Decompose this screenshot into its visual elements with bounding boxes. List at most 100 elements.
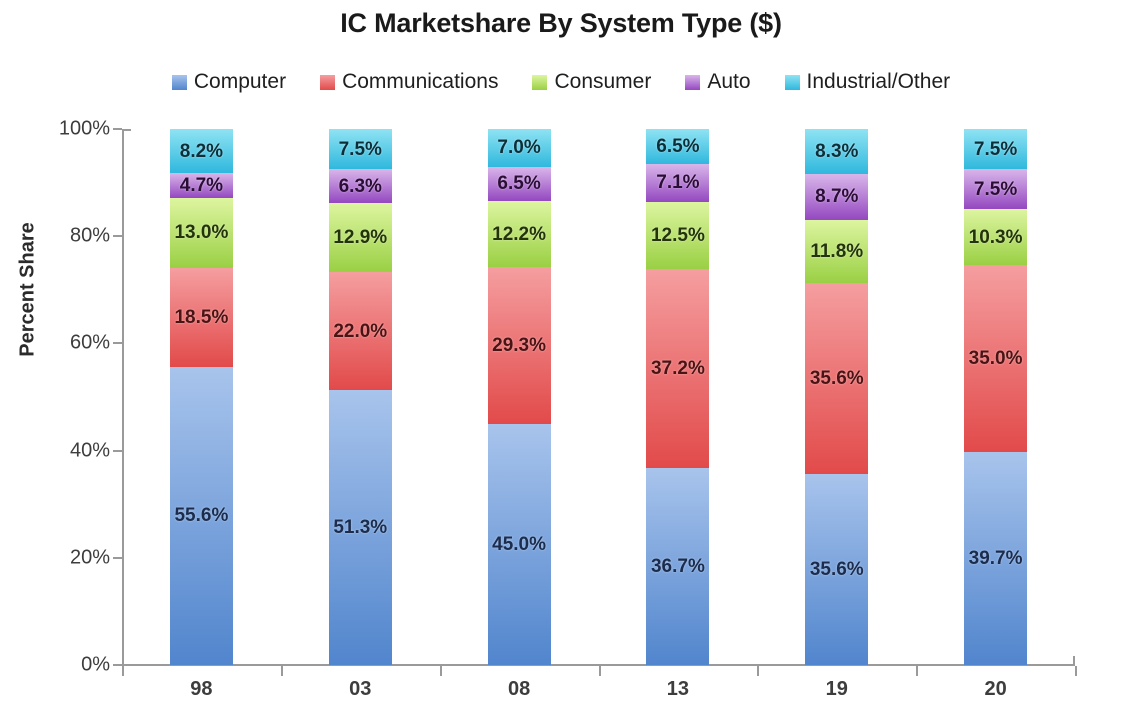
bar-segment-value-label: 45.0% <box>492 533 547 555</box>
y-tick-label: 0% <box>81 653 110 676</box>
bar-segment-computer[interactable]: 45.0% <box>487 423 551 665</box>
chart-legend: Computer Communications Consumer Auto Indust… <box>0 70 1122 94</box>
bar-segment-value-label: 12.5% <box>650 224 705 246</box>
y-tick-label: 80% <box>69 224 110 247</box>
bar-segment-value-label: 55.6% <box>174 505 229 527</box>
x-tick-label: 98 <box>190 678 213 700</box>
bar-column-19[interactable]: 35.6% 35.6% 11.8% 8.7% 8.3% <box>805 129 869 665</box>
y-tick-label: 100% <box>58 117 110 140</box>
bar-segment-value-label: 22.0% <box>333 320 388 342</box>
bar-segment-value-label: 10.3% <box>968 226 1023 248</box>
bar-segment-value-label: 35.6% <box>809 559 864 581</box>
bar-segment-communications[interactable]: 29.3% <box>487 266 551 424</box>
y-tick-label: 60% <box>69 331 110 354</box>
bar-segment-consumer[interactable]: 13.0% <box>169 198 233 268</box>
legend-item-label: Auto <box>707 70 751 93</box>
bar-segment-industrial-other[interactable]: 6.5% <box>646 129 710 164</box>
bar-column-08[interactable]: 45.0% 29.3% 12.2% 6.5% 7.0% <box>487 129 551 665</box>
legend-swatch-icon <box>685 74 701 90</box>
bar-segment-value-label: 7.0% <box>497 137 541 159</box>
bar-segment-consumer[interactable]: 12.5% <box>646 201 710 269</box>
plot-area: 55.6% 18.5% 13.0% 4.7% 8.2% 51.3% 22.0% 12.9% 6.… <box>122 129 1075 665</box>
bar-segment-value-label: 36.7% <box>650 556 705 578</box>
x-tick-label: 19 <box>825 678 848 700</box>
bar-segment-value-label: 29.3% <box>492 334 547 356</box>
bar-segment-value-label: 6.5% <box>656 135 700 157</box>
bar-segment-value-label: 35.6% <box>809 368 864 390</box>
bar-segment-auto[interactable]: 4.7% <box>169 172 233 199</box>
bar-segment-industrial-other[interactable]: 7.0% <box>487 129 551 167</box>
legend-swatch-icon <box>784 74 800 90</box>
bar-segment-value-label: 6.5% <box>497 173 541 195</box>
x-tick-mark <box>757 666 759 676</box>
bar-segment-value-label: 37.2% <box>650 358 705 380</box>
legend-swatch-icon <box>171 74 187 90</box>
legend-item-label: Consumer <box>554 70 652 93</box>
legend-item-label: Industrial/Other <box>806 70 951 93</box>
bar-segment-auto[interactable]: 8.7% <box>805 173 869 221</box>
bar-segment-computer[interactable]: 36.7% <box>646 468 710 665</box>
legend-item-label: Computer <box>193 70 287 93</box>
bar-segment-communications[interactable]: 37.2% <box>646 268 710 469</box>
legend-item-consumer[interactable]: Consumer <box>532 70 651 94</box>
bar-segment-consumer[interactable]: 11.8% <box>805 220 869 284</box>
legend-item-auto[interactable]: Auto <box>685 70 751 94</box>
bar-column-20[interactable]: 39.7% 35.0% 10.3% 7.5% 7.5% <box>964 129 1028 665</box>
x-tick-mark <box>1075 666 1077 676</box>
bar-segment-auto[interactable]: 6.3% <box>328 169 392 203</box>
bar-segment-value-label: 18.5% <box>174 306 229 328</box>
bar-segment-computer[interactable]: 55.6% <box>169 366 233 665</box>
bar-segment-communications[interactable]: 35.0% <box>964 264 1028 453</box>
bar-segment-value-label: 8.7% <box>815 186 859 208</box>
bar-segment-value-label: 13.0% <box>174 222 229 244</box>
bar-segment-auto[interactable]: 7.5% <box>964 169 1028 210</box>
bar-column-03[interactable]: 51.3% 22.0% 12.9% 6.3% 7.5% <box>328 129 392 665</box>
bar-segment-industrial-other[interactable]: 8.3% <box>805 129 869 174</box>
bar-segment-consumer[interactable]: 12.2% <box>487 201 551 267</box>
bar-segment-value-label: 7.5% <box>973 178 1018 200</box>
y-tick-label: 20% <box>69 546 110 569</box>
bar-segment-industrial-other[interactable]: 8.2% <box>169 129 233 173</box>
bar-segment-value-label: 12.9% <box>333 227 388 249</box>
bar-segment-consumer[interactable]: 10.3% <box>964 209 1028 265</box>
x-tick-mark <box>599 666 601 676</box>
bar-segment-value-label: 8.3% <box>815 140 859 162</box>
bar-segment-value-label: 39.7% <box>968 548 1023 570</box>
bar-segment-industrial-other[interactable]: 7.5% <box>328 129 392 170</box>
bar-segment-communications[interactable]: 18.5% <box>169 267 233 367</box>
chart-title: IC Marketshare By System Type ($) <box>340 8 782 38</box>
bar-segment-value-label: 51.3% <box>333 517 388 539</box>
x-tick-label: 08 <box>507 678 531 700</box>
bar-segment-computer[interactable]: 51.3% <box>328 390 392 665</box>
bar-segment-value-label: 7.5% <box>338 138 382 160</box>
bar-segment-value-label: 35.0% <box>968 347 1023 369</box>
bar-column-98[interactable]: 55.6% 18.5% 13.0% 4.7% 8.2% <box>169 129 233 665</box>
bar-segment-communications[interactable]: 22.0% <box>328 272 392 391</box>
x-tick-mark <box>916 666 918 676</box>
y-tick-mark <box>113 556 122 559</box>
x-tick-mark <box>122 666 124 676</box>
bar-segment-communications[interactable]: 35.6% <box>805 283 869 475</box>
bar-segment-industrial-other[interactable]: 7.5% <box>964 129 1028 170</box>
legend-item-communications[interactable]: Communications <box>320 70 498 94</box>
legend-swatch-icon <box>320 74 336 90</box>
bar-segment-auto[interactable]: 7.1% <box>646 163 710 202</box>
bar-segment-auto[interactable]: 6.5% <box>487 166 551 202</box>
y-tick-mark <box>113 235 122 238</box>
x-tick-mark <box>281 666 283 676</box>
legend-item-industrial-other[interactable]: Industrial/Other <box>784 70 951 94</box>
bar-segment-value-label: 4.7% <box>179 175 224 197</box>
bar-segment-value-label: 7.1% <box>656 172 700 194</box>
y-tick-mark <box>113 342 122 345</box>
x-tick-label: 13 <box>666 678 690 700</box>
bar-column-13[interactable]: 36.7% 37.2% 12.5% 7.1% 6.5% <box>646 129 710 665</box>
legend-item-computer[interactable]: Computer <box>171 70 287 94</box>
bar-segment-consumer[interactable]: 12.9% <box>328 203 392 273</box>
bar-segment-computer[interactable]: 35.6% <box>805 474 869 665</box>
x-tick-mark <box>440 666 442 676</box>
x-tick-label: 20 <box>984 678 1007 700</box>
y-tick-mark <box>113 449 122 452</box>
y-axis-title: Percent Share <box>16 222 39 357</box>
bar-segment-computer[interactable]: 39.7% <box>964 452 1028 665</box>
bar-segment-value-label: 6.3% <box>338 175 382 197</box>
